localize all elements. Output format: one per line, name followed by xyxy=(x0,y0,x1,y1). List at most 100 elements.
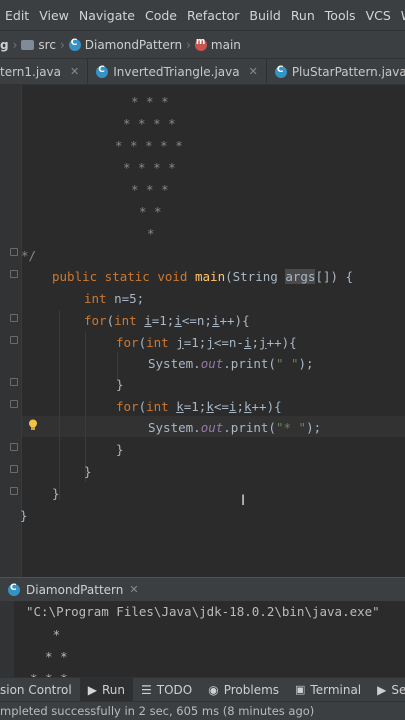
problems-tab[interactable]: ◉ Problems xyxy=(200,678,287,701)
closing-brace: } xyxy=(116,442,124,457)
status-message: mpleted successfully in 2 sec, 605 ms (8… xyxy=(0,704,315,718)
code-token: main xyxy=(195,269,226,284)
code-token: (String xyxy=(225,269,286,284)
code-token: []) { xyxy=(315,269,354,284)
code-token: i xyxy=(243,335,252,350)
code-token: "* " xyxy=(275,420,307,435)
code-token: args xyxy=(285,269,316,284)
services-tab[interactable]: ▶ Se xyxy=(369,678,405,701)
menu-edit[interactable]: Edit xyxy=(0,8,34,23)
tool-tab-label: Run xyxy=(101,682,125,697)
code-token: ; xyxy=(251,335,260,350)
run-tab[interactable]: ▶ Run xyxy=(79,678,133,701)
class-icon xyxy=(8,583,20,596)
code-editor[interactable]: * * * * * * * * * * * * * * * * * * * * … xyxy=(0,85,405,577)
run-tab-label[interactable]: DiamondPattern xyxy=(26,583,123,597)
menu-run[interactable]: Run xyxy=(286,8,320,23)
breadcrumb-root[interactable]: g xyxy=(0,38,9,52)
tab-inverted-triangle[interactable]: InvertedTriangle.java ✕ xyxy=(88,59,267,84)
code-line-n: int n=5; xyxy=(84,288,144,309)
menu-build[interactable]: Build xyxy=(244,8,285,23)
breadcrumb-class[interactable]: DiamondPattern xyxy=(68,38,182,52)
fold-marker-icon[interactable] xyxy=(10,248,18,256)
run-console[interactable]: "C:\Program Files\Java\jdk-18.0.2\bin\ja… xyxy=(0,601,405,677)
console-command: "C:\Program Files\Java\jdk-18.0.2\bin\ja… xyxy=(26,604,380,619)
comment-line: * * * * xyxy=(123,160,176,175)
tool-window-bar: sion Control ▶ Run ☰ TODO ◉ Problems ▣ T… xyxy=(0,677,405,701)
code-token: for xyxy=(116,335,139,350)
mouse-cursor-icon: I xyxy=(241,493,246,509)
comment-end: */ xyxy=(21,248,37,263)
code-line-print-space: System.out.print(" "); xyxy=(148,353,314,374)
tab-plus-star-pattern[interactable]: PluStarPattern.java ✕ xyxy=(267,59,405,84)
menu-tools[interactable]: Tools xyxy=(320,8,361,23)
code-token: <=n- xyxy=(213,335,244,350)
comment-line: * xyxy=(147,226,155,241)
breadcrumb: g › src › DiamondPattern › main xyxy=(0,30,405,58)
problems-icon: ◉ xyxy=(208,682,219,697)
menu-vcs[interactable]: VCS xyxy=(361,8,396,23)
code-token: ( xyxy=(106,313,115,328)
breadcrumb-separator-icon: › xyxy=(186,37,191,52)
code-token: j xyxy=(176,335,184,350)
close-icon[interactable]: ✕ xyxy=(129,583,138,596)
breadcrumb-root-label: g xyxy=(0,37,9,52)
version-control-tab[interactable]: sion Control xyxy=(0,678,80,701)
code-line-for-k: for(int k=1;k<=i;k++){ xyxy=(116,396,282,417)
breadcrumb-src[interactable]: src xyxy=(21,38,56,52)
comment-line: * * * xyxy=(131,182,169,197)
closing-brace: } xyxy=(116,377,124,392)
code-token: .print( xyxy=(223,356,276,371)
code-token: k xyxy=(176,399,184,414)
code-token: ; xyxy=(236,399,244,414)
lightbulb-icon[interactable] xyxy=(28,419,38,431)
comment-line: * * * * * xyxy=(115,138,183,153)
fold-marker-icon[interactable] xyxy=(10,270,18,278)
code-token: int xyxy=(146,335,177,350)
code-token: =1; xyxy=(151,313,175,328)
close-icon[interactable]: ✕ xyxy=(249,65,258,78)
tab-pattern1[interactable]: tern1.java ✕ xyxy=(0,59,89,84)
tab-label: InvertedTriangle.java xyxy=(113,64,240,79)
breadcrumb-method[interactable]: main xyxy=(194,37,241,52)
code-token: j xyxy=(206,335,214,350)
comment-line: * * * xyxy=(131,94,169,109)
code-token: =1; xyxy=(183,335,207,350)
fold-marker-icon[interactable] xyxy=(10,487,18,495)
code-token: i xyxy=(144,313,152,328)
breadcrumb-separator-icon: › xyxy=(59,37,65,52)
menu-window[interactable]: Wind xyxy=(396,8,405,23)
todo-tab[interactable]: ☰ TODO xyxy=(133,678,200,701)
code-token: <=n; xyxy=(181,313,212,328)
close-icon[interactable]: ✕ xyxy=(70,65,79,78)
tab-label: tern1.java xyxy=(0,64,62,79)
menu-bar: Edit View Navigate Code Refactor Build R… xyxy=(0,0,405,30)
indent-guide xyxy=(59,310,60,500)
fold-marker-icon[interactable] xyxy=(10,443,18,451)
code-token: out xyxy=(200,420,224,435)
fold-marker-icon[interactable] xyxy=(10,400,18,408)
closing-brace: } xyxy=(20,508,28,523)
folder-icon xyxy=(21,39,35,50)
tool-tab-label: sion Control xyxy=(0,682,72,697)
code-token: i xyxy=(174,313,182,328)
code-token: ++){ xyxy=(219,313,250,328)
menu-code[interactable]: Code xyxy=(140,8,182,23)
fold-marker-icon[interactable] xyxy=(10,378,18,386)
code-token: k xyxy=(206,399,214,414)
editor-gutter[interactable] xyxy=(0,85,22,577)
menu-view[interactable]: View xyxy=(34,8,74,23)
code-token: for xyxy=(116,399,139,414)
fold-marker-icon[interactable] xyxy=(10,314,18,322)
menu-refactor[interactable]: Refactor xyxy=(182,8,244,23)
tab-label: PluStarPattern.java xyxy=(291,64,405,79)
menu-navigate[interactable]: Navigate xyxy=(74,8,140,23)
console-toolbar xyxy=(0,601,14,677)
class-icon xyxy=(96,65,109,78)
tool-tab-label: Se xyxy=(391,682,405,697)
fold-marker-icon[interactable] xyxy=(10,465,18,473)
fold-marker-icon[interactable] xyxy=(10,336,18,344)
comment-line: * * * * xyxy=(123,116,176,131)
terminal-tab[interactable]: ▣ Terminal xyxy=(287,678,369,701)
code-token: k xyxy=(243,399,252,414)
